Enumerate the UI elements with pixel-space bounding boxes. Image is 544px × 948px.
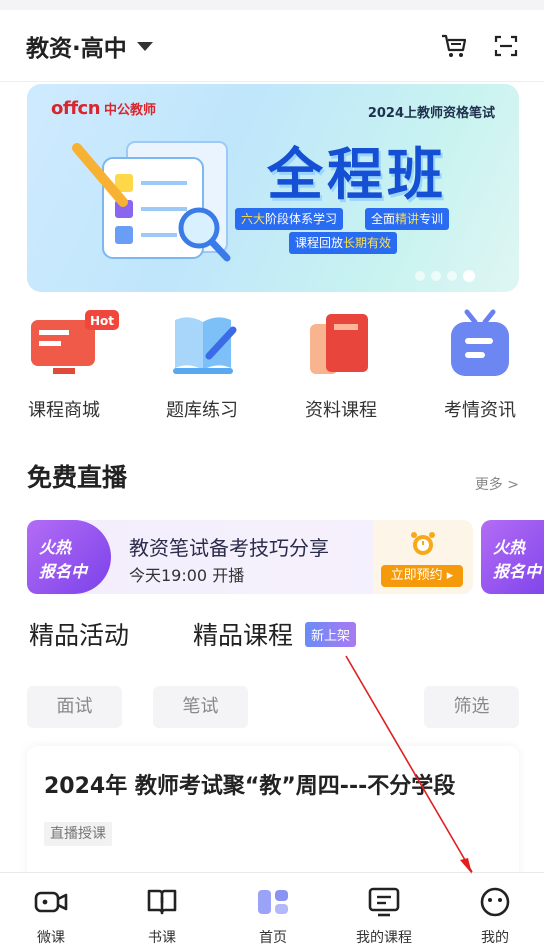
- course-card[interactable]: 2024年 教师考试聚“教”周四---不分学段 直播授课: [27, 746, 519, 886]
- home-grid-icon: [258, 890, 288, 914]
- promo-banner[interactable]: offcn 中公教师 2024上教师资格笔试 全程班 六大阶段体系学习 全面精讲…: [27, 84, 519, 292]
- exam-category-selector[interactable]: 教资·高中: [26, 29, 127, 63]
- monitor-icon: Hot: [31, 310, 119, 374]
- tv-icon: [451, 309, 509, 376]
- hot-registration-badge: 火热 报名中: [27, 520, 111, 594]
- banner-tag-2: 全面精讲专训: [365, 208, 450, 230]
- filter-button[interactable]: 筛选: [424, 686, 519, 728]
- tab-home[interactable]: 首页: [233, 873, 313, 948]
- free-live-more-link[interactable]: 更多 >: [475, 474, 519, 494]
- banner-tag-1: 六大阶段体系学习: [235, 208, 344, 230]
- cart-icon[interactable]: [440, 33, 468, 59]
- tab-profile[interactable]: 我的: [455, 873, 535, 948]
- free-live-heading: 免费直播: [27, 463, 128, 492]
- bottom-tab-bar: 微课 书课 首页 我的课程 我的: [0, 872, 544, 948]
- new-badge: 新上架: [305, 621, 357, 647]
- smiley-icon: [480, 887, 510, 917]
- live-time: 今天19:00 开播: [129, 566, 245, 585]
- checklist-magnifier-illustration: [72, 141, 231, 262]
- book-pen-icon: [173, 317, 237, 374]
- quick-links: Hot 课程商城 题库练习 资料课程 考情资讯: [0, 306, 544, 426]
- tab-my-courses[interactable]: 我的课程: [344, 873, 424, 948]
- video-camera-icon: [34, 891, 68, 913]
- banner-headline: 全程班: [267, 143, 447, 208]
- filter-row: 面试 笔试 筛选: [27, 686, 519, 730]
- status-bar: [0, 0, 544, 10]
- quick-link-label: 考情资讯: [444, 400, 516, 421]
- quick-link-label: 课程商城: [28, 400, 100, 421]
- top-header: 教资·高中: [0, 10, 544, 82]
- quick-link-label: 资料课程: [305, 400, 377, 421]
- banner-exam-label: 2024上教师资格笔试: [367, 106, 495, 121]
- brand-logo: offcn 中公教师: [51, 98, 157, 119]
- open-book-icon: [147, 889, 177, 915]
- svg-text:Hot: Hot: [90, 314, 114, 328]
- tab-book-course[interactable]: 书课: [122, 873, 202, 948]
- scan-icon[interactable]: [494, 34, 518, 58]
- live-card-next[interactable]: 火热 报名中: [481, 520, 544, 594]
- course-title: 2024年 教师考试聚“教”周四---不分学段: [44, 774, 456, 799]
- live-card[interactable]: 火热 报名中 教资笔试备考技巧分享 今天19:00 开播 立即预约 ▸: [27, 520, 473, 594]
- alarm-clock-icon: [411, 532, 435, 555]
- filter-interview[interactable]: 面试: [27, 686, 122, 728]
- tab-featured-activities[interactable]: 精品活动: [29, 616, 130, 652]
- live-title: 教资笔试备考技巧分享: [129, 536, 329, 560]
- screen-icon: [368, 887, 400, 917]
- quick-link-label: 题库练习: [166, 400, 238, 421]
- course-tag: 直播授课: [44, 822, 112, 846]
- reserve-now-button[interactable]: 立即预约 ▸: [381, 565, 463, 587]
- activity-course-tabs: 精品活动 精品课程 新上架: [29, 614, 357, 654]
- chevron-down-icon[interactable]: [136, 42, 153, 51]
- tab-micro-course[interactable]: 微课: [11, 873, 91, 948]
- carousel-dots[interactable]: [415, 270, 475, 282]
- tab-featured-courses[interactable]: 精品课程: [193, 616, 293, 652]
- notebook-icon: [310, 314, 368, 374]
- banner-tag-3: 课程回放长期有效: [289, 232, 398, 254]
- filter-written[interactable]: 笔试: [153, 686, 248, 728]
